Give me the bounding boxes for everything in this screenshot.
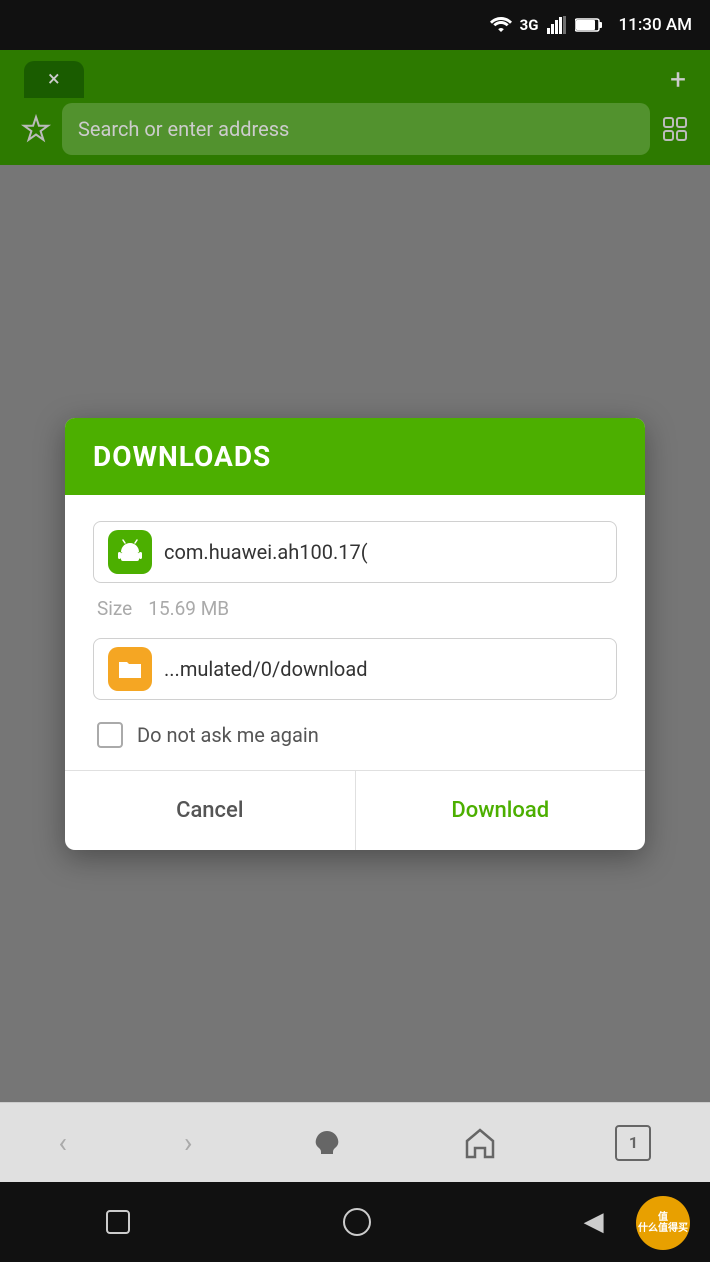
bottom-nav: ‹ › 1 bbox=[0, 1102, 710, 1182]
recents-button[interactable] bbox=[106, 1210, 130, 1234]
address-placeholder: Search or enter address bbox=[78, 117, 289, 141]
do-not-ask-row[interactable]: Do not ask me again bbox=[93, 722, 617, 748]
network-label: 3G bbox=[520, 16, 539, 34]
android-nav-bar: ◀ 值什么值得买 bbox=[0, 1182, 710, 1262]
folder-path-text: ...mulated/0/download bbox=[164, 657, 368, 681]
download-dialog: DOWNLOADS bbox=[65, 418, 645, 850]
back-button[interactable]: ‹ bbox=[59, 1126, 67, 1159]
file-name-field[interactable]: com.huawei.ah100.17( bbox=[93, 521, 617, 583]
share-button[interactable] bbox=[309, 1125, 345, 1161]
watermark-text: 值什么值得买 bbox=[638, 1212, 688, 1234]
dialog-body: com.huawei.ah100.17( Size 15.69 MB ...mu… bbox=[65, 495, 645, 748]
cancel-label: Cancel bbox=[176, 798, 243, 823]
modal-overlay: DOWNLOADS bbox=[0, 165, 710, 1102]
add-tab-button[interactable]: + bbox=[670, 63, 686, 96]
back-button-android[interactable]: ◀ bbox=[584, 1207, 604, 1237]
tabs-button[interactable]: 1 bbox=[615, 1125, 651, 1161]
home-button[interactable] bbox=[462, 1125, 498, 1161]
signal-icon bbox=[547, 16, 567, 34]
dialog-header: DOWNLOADS bbox=[65, 418, 645, 495]
tabs-count: 1 bbox=[629, 1133, 638, 1152]
time-display: 11:30 AM bbox=[619, 15, 693, 35]
tab-close-button[interactable]: × bbox=[48, 67, 60, 92]
dialog-footer: Cancel Download bbox=[65, 770, 645, 850]
toolbar-top: × + bbox=[14, 61, 696, 98]
home-button-android[interactable] bbox=[343, 1208, 371, 1236]
watermark: 值什么值得买 bbox=[636, 1196, 690, 1250]
do-not-ask-checkbox[interactable] bbox=[97, 722, 123, 748]
browser-toolbar: × + Search or enter address bbox=[0, 50, 710, 165]
size-value: 15.69 MB bbox=[148, 597, 229, 620]
dialog-title: DOWNLOADS bbox=[93, 440, 271, 473]
forward-button[interactable]: › bbox=[184, 1126, 192, 1159]
folder-path-field[interactable]: ...mulated/0/download bbox=[93, 638, 617, 700]
size-label: Size bbox=[97, 597, 132, 620]
folder-icon bbox=[108, 647, 152, 691]
file-size-row: Size 15.69 MB bbox=[93, 597, 617, 620]
folder-svg bbox=[117, 658, 143, 680]
battery-icon bbox=[575, 17, 603, 33]
tab-item[interactable]: × bbox=[24, 61, 84, 98]
file-name-text: com.huawei.ah100.17( bbox=[164, 540, 368, 564]
address-bar-row: Search or enter address bbox=[14, 103, 696, 155]
cancel-button[interactable]: Cancel bbox=[65, 771, 356, 850]
download-button[interactable]: Download bbox=[356, 771, 646, 850]
status-bar: 3G 11:30 AM bbox=[0, 0, 710, 50]
extension-icon[interactable] bbox=[660, 114, 690, 144]
apk-icon bbox=[108, 530, 152, 574]
android-icon bbox=[116, 538, 144, 566]
status-icons: 3G 11:30 AM bbox=[490, 15, 692, 35]
wifi-icon bbox=[490, 16, 512, 34]
address-bar[interactable]: Search or enter address bbox=[62, 103, 650, 155]
do-not-ask-label: Do not ask me again bbox=[137, 723, 319, 747]
download-label: Download bbox=[451, 798, 549, 823]
bookmark-icon[interactable] bbox=[20, 113, 52, 145]
